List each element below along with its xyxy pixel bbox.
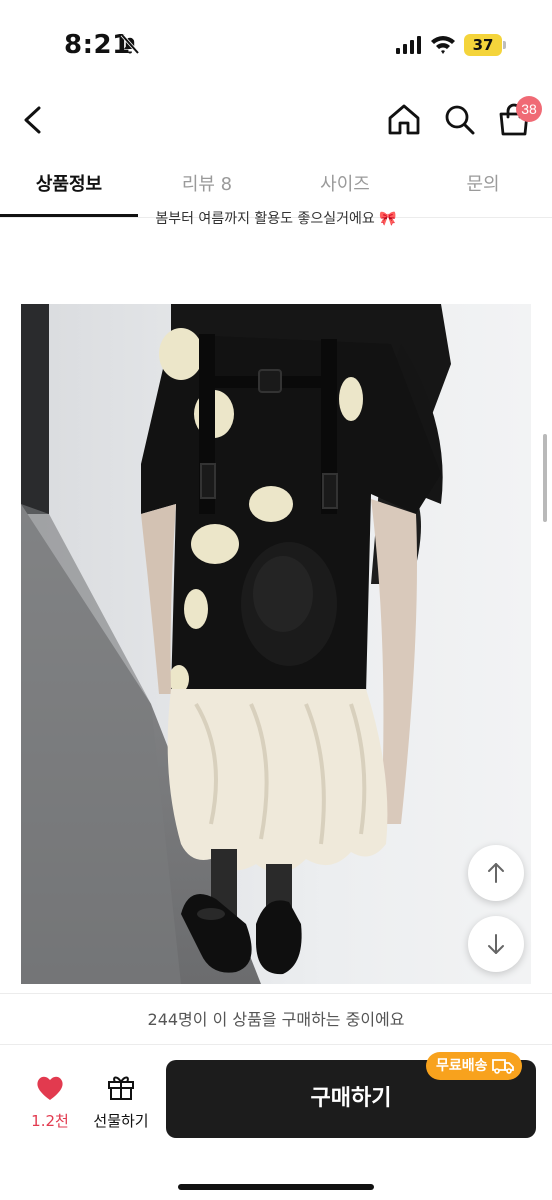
battery-indicator: 37 xyxy=(464,34,506,56)
free-shipping-badge: 무료배송 xyxy=(426,1052,522,1080)
home-icon[interactable] xyxy=(384,100,424,140)
heart-icon xyxy=(37,1076,63,1100)
description-caption: 봄부터 여름까지 활용도 좋으실거에요 🎀 xyxy=(0,206,552,228)
scroll-to-bottom-button[interactable] xyxy=(468,916,524,972)
back-arrow-icon[interactable] xyxy=(14,100,54,140)
like-button[interactable]: 1.2천 xyxy=(24,1074,76,1131)
cart-count-badge: 38 xyxy=(516,96,542,122)
truck-icon xyxy=(491,1059,514,1074)
scroll-indicator[interactable] xyxy=(543,434,547,522)
gift-button[interactable]: 선물하기 xyxy=(88,1072,154,1131)
arrow-up-icon xyxy=(488,863,504,883)
scroll-to-top-button[interactable] xyxy=(468,845,524,901)
bell-muted-icon xyxy=(120,33,140,55)
status-bar: 8:21 37 xyxy=(0,0,552,80)
battery-percent: 37 xyxy=(472,36,494,54)
product-photo xyxy=(21,304,531,984)
description-caption-text: 봄부터 여름까지 활용도 좋으실거에요 🎀 xyxy=(155,211,397,227)
top-nav-bar xyxy=(0,90,552,150)
search-icon[interactable] xyxy=(440,100,480,140)
wifi-icon xyxy=(431,36,455,54)
like-count: 1.2천 xyxy=(31,1112,69,1130)
buyers-notice: 244명이 이 상품을 구매하는 중이에요 xyxy=(0,993,552,1045)
free-shipping-label: 무료배송 xyxy=(436,1058,488,1074)
gift-label: 선물하기 xyxy=(93,1112,149,1130)
cellular-signal-icon xyxy=(396,36,421,54)
home-indicator xyxy=(178,1184,374,1190)
arrow-down-icon xyxy=(488,934,504,954)
gift-icon xyxy=(108,1076,134,1100)
